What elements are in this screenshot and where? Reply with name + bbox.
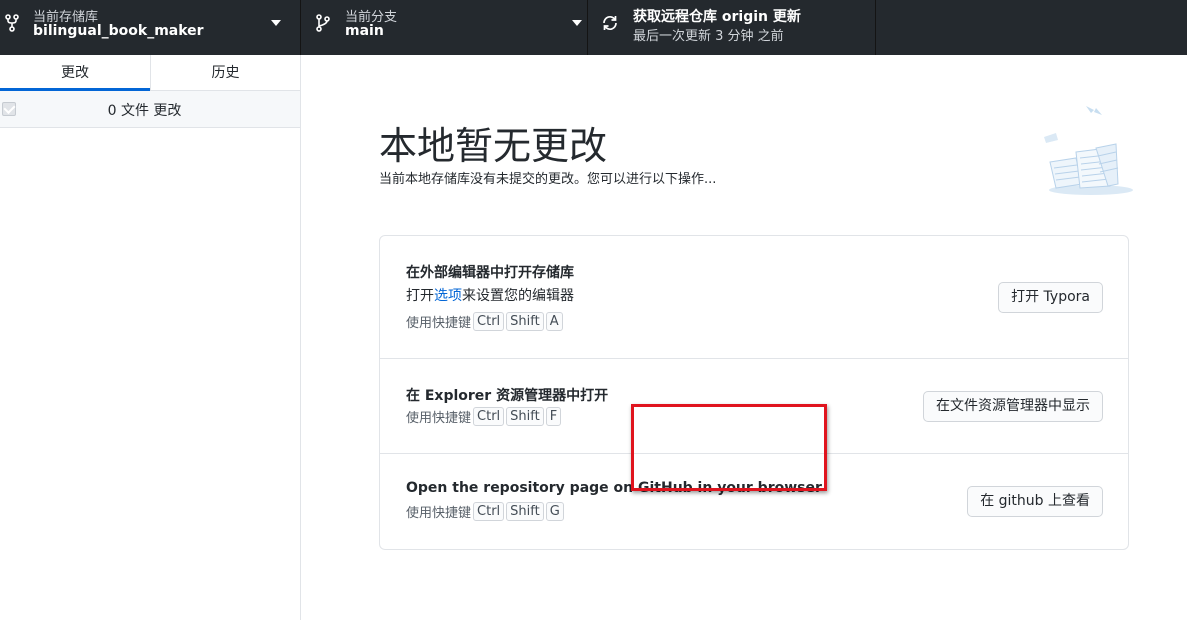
sync-icon bbox=[603, 15, 617, 31]
shortcut-hint: 使用快捷键 Ctrl Shift F bbox=[406, 407, 562, 426]
caret-down-icon bbox=[271, 20, 281, 26]
repo-icon bbox=[5, 14, 19, 32]
main-content: 本地暂无更改 当前本地存储库没有未提交的更改。您可以进行以下操作... 在外部编… bbox=[301, 55, 1187, 620]
key-ctrl: Ctrl bbox=[473, 502, 505, 521]
changes-count: 0 文件 更改 bbox=[107, 103, 182, 119]
key-a: A bbox=[545, 312, 563, 331]
branch-selector[interactable]: 当前分支 main bbox=[301, 0, 588, 55]
fetch-origin-button[interactable]: 获取远程仓库 origin 更新 最后一次更新 3 分钟 之前 bbox=[588, 0, 876, 55]
shortcut-label: 使用快捷键 bbox=[406, 411, 472, 426]
branch-icon bbox=[316, 14, 330, 32]
show-in-explorer-button[interactable]: 在文件资源管理器中显示 bbox=[923, 391, 1103, 422]
tab-changes[interactable]: 更改 bbox=[0, 55, 150, 91]
page-subtitle: 当前本地存储库没有未提交的更改。您可以进行以下操作... bbox=[379, 172, 717, 187]
caret-down-icon bbox=[572, 20, 582, 26]
suggested-actions: 在外部编辑器中打开存储库 打开选项来设置您的编辑器 使用快捷键 Ctrl Shi… bbox=[379, 235, 1129, 550]
sidebar-tabs: 更改 历史 bbox=[0, 55, 300, 91]
highlight-box bbox=[631, 404, 827, 491]
action-description: 打开选项来设置您的编辑器 bbox=[406, 285, 574, 305]
sidebar: 更改 历史 0 文件 更改 bbox=[0, 55, 301, 620]
shortcut-label: 使用快捷键 bbox=[406, 316, 472, 331]
key-ctrl: Ctrl bbox=[473, 407, 505, 426]
shortcut-hint: 使用快捷键 Ctrl Shift G bbox=[406, 502, 564, 521]
options-link[interactable]: 选项 bbox=[434, 288, 462, 304]
open-in-editor-button[interactable]: 打开 Typora bbox=[998, 282, 1103, 313]
toolbar: 当前存储库 bilingual_book_maker 当前分支 main 获取远… bbox=[0, 0, 1187, 55]
changes-header: 0 文件 更改 bbox=[0, 91, 300, 128]
branch-name: main bbox=[345, 23, 384, 39]
description-text: 来设置您的编辑器 bbox=[462, 288, 574, 304]
fetch-subtitle: 最后一次更新 3 分钟 之前 bbox=[633, 29, 784, 44]
view-on-github-button[interactable]: 在 github 上查看 bbox=[967, 486, 1103, 517]
key-shift: Shift bbox=[506, 502, 544, 521]
action-title: 在 Explorer 资源管理器中打开 bbox=[406, 388, 609, 404]
action-open-editor: 在外部编辑器中打开存储库 打开选项来设置您的编辑器 使用快捷键 Ctrl Shi… bbox=[380, 236, 1128, 359]
repository-selector[interactable]: 当前存储库 bilingual_book_maker bbox=[0, 0, 301, 55]
key-shift: Shift bbox=[506, 312, 544, 331]
key-shift: Shift bbox=[506, 407, 544, 426]
tab-history[interactable]: 历史 bbox=[150, 55, 300, 91]
description-text: 打开 bbox=[406, 288, 434, 304]
illustration-icon bbox=[1044, 106, 1133, 195]
repository-name: bilingual_book_maker bbox=[33, 23, 204, 39]
shortcut-hint: 使用快捷键 Ctrl Shift A bbox=[406, 312, 563, 331]
fetch-title: 获取远程仓库 origin 更新 bbox=[633, 9, 801, 25]
page-title: 本地暂无更改 bbox=[379, 124, 608, 168]
action-title: 在外部编辑器中打开存储库 bbox=[406, 265, 574, 281]
shortcut-label: 使用快捷键 bbox=[406, 506, 472, 521]
key-g: G bbox=[545, 502, 564, 521]
key-f: F bbox=[545, 407, 562, 426]
key-ctrl: Ctrl bbox=[473, 312, 505, 331]
